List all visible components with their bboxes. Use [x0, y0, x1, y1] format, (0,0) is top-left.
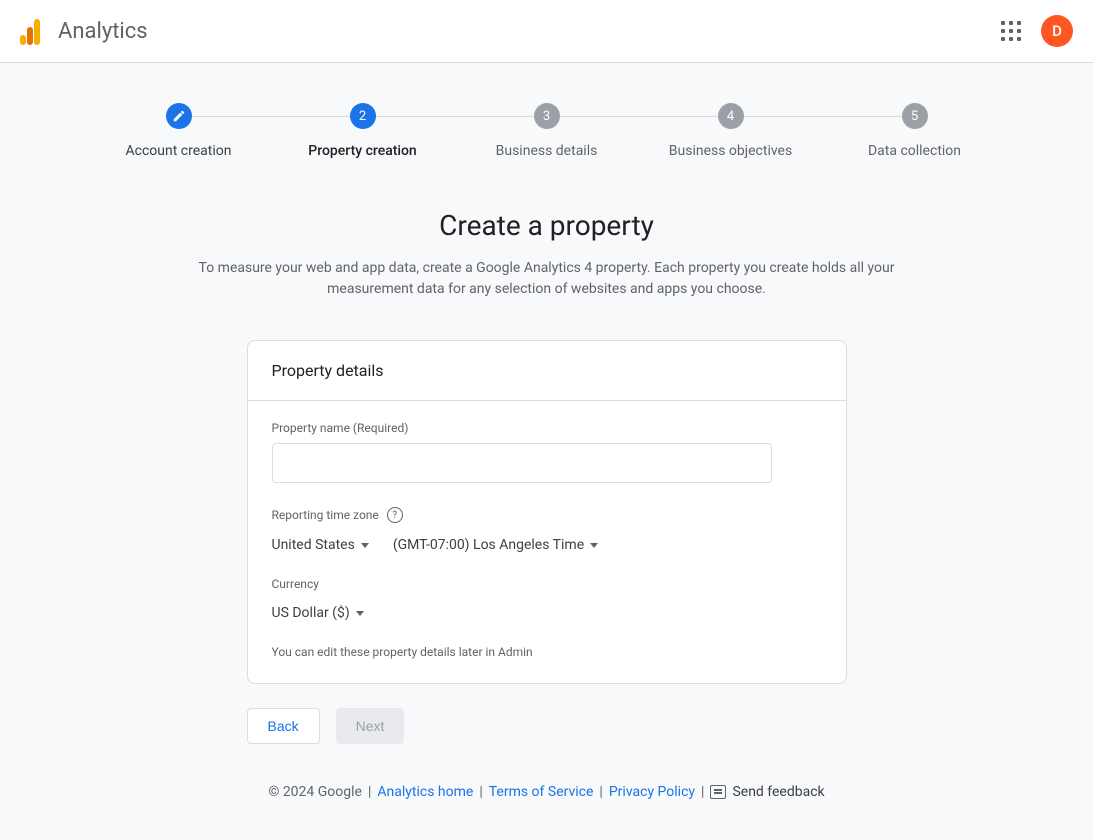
chevron-down-icon	[590, 543, 598, 548]
step-label: Business objectives	[669, 143, 792, 159]
timezone-label-text: Reporting time zone	[272, 508, 379, 522]
send-feedback-button[interactable]: Send feedback	[710, 784, 824, 800]
step-property-creation[interactable]: 2 Property creation	[271, 103, 455, 159]
property-name-input[interactable]	[272, 443, 772, 483]
pencil-icon	[172, 109, 186, 123]
analytics-logo-icon	[20, 17, 40, 45]
chevron-down-icon	[356, 611, 364, 616]
timezone-label: Reporting time zone ?	[272, 507, 822, 523]
step-label: Account creation	[126, 143, 232, 159]
step-circle-active: 2	[350, 103, 376, 129]
help-icon[interactable]: ?	[387, 507, 403, 523]
apps-grid-icon[interactable]	[1001, 21, 1021, 41]
card-header: Property details	[248, 341, 846, 401]
page-title: Create a property	[167, 209, 927, 242]
currency-value: US Dollar ($)	[272, 605, 350, 621]
feedback-label: Send feedback	[732, 784, 824, 800]
property-name-label: Property name (Required)	[272, 421, 822, 435]
next-button[interactable]: Next	[336, 708, 405, 744]
feedback-icon	[710, 785, 726, 799]
timezone-dropdowns: United States (GMT-07:00) Los Angeles Ti…	[272, 531, 822, 559]
step-data-collection: 5 Data collection	[823, 103, 1007, 159]
step-account-creation[interactable]: Account creation	[87, 103, 271, 159]
country-value: United States	[272, 537, 355, 553]
app-header: Analytics D	[0, 0, 1093, 63]
edit-hint: You can edit these property details late…	[272, 645, 822, 659]
step-label: Data collection	[868, 143, 961, 159]
user-avatar[interactable]: D	[1041, 15, 1073, 47]
step-business-objectives: 4 Business objectives	[639, 103, 823, 159]
header-left: Analytics	[20, 17, 148, 45]
timezone-value: (GMT-07:00) Los Angeles Time	[393, 537, 584, 553]
back-button[interactable]: Back	[247, 708, 320, 744]
currency-label: Currency	[272, 577, 822, 591]
currency-dropdown[interactable]: US Dollar ($)	[272, 599, 364, 627]
currency-dropdown-row: US Dollar ($)	[272, 599, 822, 627]
separator: |	[368, 784, 371, 800]
step-business-details: 3 Business details	[455, 103, 639, 159]
card-body: Property name (Required) Reporting time …	[248, 401, 846, 683]
setup-stepper: Account creation 2 Property creation 3 B…	[47, 63, 1047, 159]
page-footer: © 2024 Google | Analytics home | Terms o…	[147, 784, 947, 800]
copyright: © 2024 Google	[268, 784, 362, 800]
step-circle-done	[166, 103, 192, 129]
timezone-dropdown[interactable]: (GMT-07:00) Los Angeles Time	[393, 531, 598, 559]
separator: |	[479, 784, 482, 800]
chevron-down-icon	[361, 543, 369, 548]
separator: |	[701, 784, 704, 800]
app-title: Analytics	[58, 19, 148, 44]
country-dropdown[interactable]: United States	[272, 531, 369, 559]
privacy-link[interactable]: Privacy Policy	[609, 784, 695, 800]
property-details-card: Property details Property name (Required…	[247, 340, 847, 684]
step-circle-pending: 3	[534, 103, 560, 129]
content-heading: Create a property To measure your web an…	[147, 209, 947, 300]
main-content: Account creation 2 Property creation 3 B…	[0, 63, 1093, 840]
step-circle-pending: 5	[902, 103, 928, 129]
button-row: Back Next	[247, 708, 847, 744]
separator: |	[599, 784, 602, 800]
page-subtitle: To measure your web and app data, create…	[167, 258, 927, 300]
step-label: Business details	[496, 143, 598, 159]
step-circle-pending: 4	[718, 103, 744, 129]
terms-link[interactable]: Terms of Service	[489, 784, 594, 800]
analytics-home-link[interactable]: Analytics home	[377, 784, 473, 800]
step-label: Property creation	[308, 143, 416, 159]
header-right: D	[1001, 15, 1073, 47]
